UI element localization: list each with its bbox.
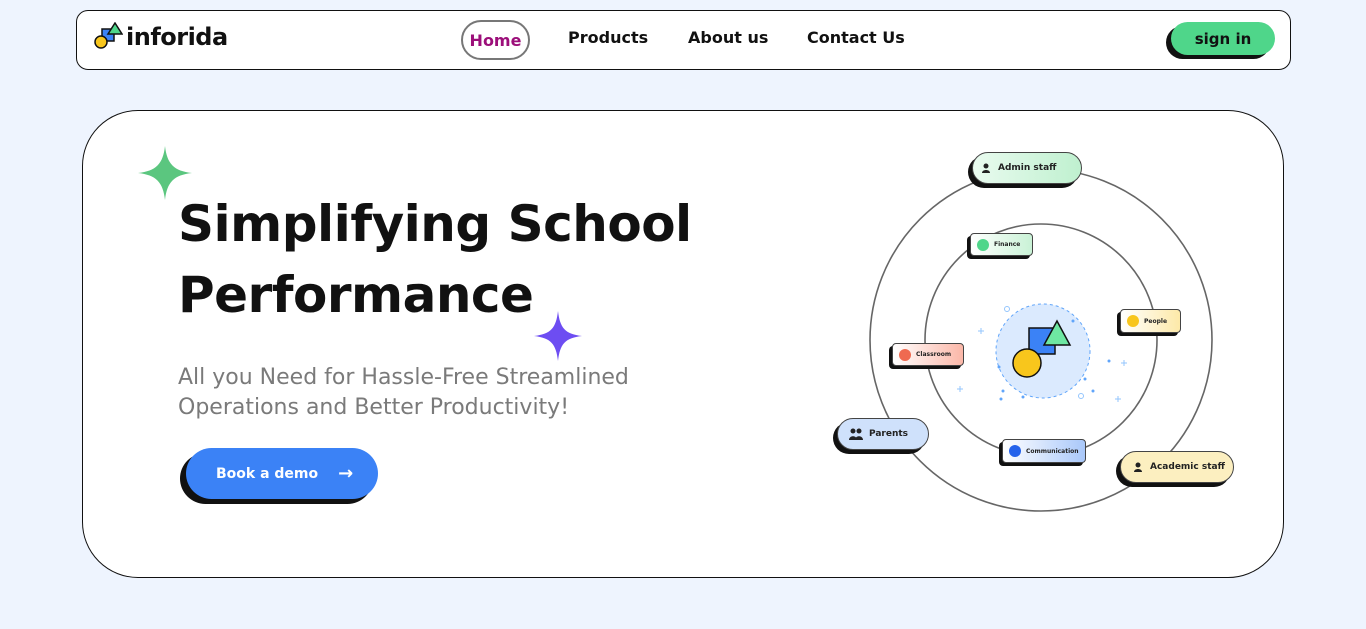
logo-icon bbox=[94, 22, 123, 49]
module-classroom-label: Classroom bbox=[916, 351, 952, 358]
finance-icon bbox=[977, 238, 989, 251]
modules-diagram: Admin staff Finance People Classroom Par… bbox=[823, 141, 1243, 521]
module-parents[interactable]: Parents bbox=[833, 418, 929, 454]
sparkle-purple-icon bbox=[534, 311, 582, 361]
module-classroom[interactable]: Classroom bbox=[889, 343, 964, 369]
hero-subtitle: All you Need for Hassle-Free Streamlined… bbox=[178, 365, 629, 420]
teacher-icon bbox=[1133, 461, 1145, 473]
module-communication[interactable]: Communication bbox=[999, 439, 1086, 466]
sign-in-button[interactable]: sign in bbox=[1171, 22, 1275, 55]
nav-contact-us[interactable]: Contact Us bbox=[807, 28, 905, 47]
navbar: inforida Home Products About us Contact … bbox=[76, 10, 1291, 70]
module-academic-staff[interactable]: Academic staff bbox=[1116, 451, 1234, 487]
parents-icon bbox=[848, 427, 864, 441]
user-icon bbox=[981, 162, 993, 174]
module-academic-staff-label: Academic staff bbox=[1150, 462, 1225, 472]
nav-home[interactable]: Home bbox=[461, 20, 530, 60]
module-admin-staff[interactable]: Admin staff bbox=[968, 152, 1082, 188]
arrow-right-icon: → bbox=[338, 463, 354, 484]
module-communication-label: Communication bbox=[1026, 447, 1079, 455]
people-icon bbox=[1127, 315, 1139, 327]
logo[interactable]: inforida bbox=[93, 22, 228, 52]
module-finance-label: Finance bbox=[994, 241, 1021, 248]
book-demo-button[interactable]: Book a demo → bbox=[186, 448, 378, 499]
module-people-label: People bbox=[1144, 317, 1168, 325]
module-admin-staff-label: Admin staff bbox=[998, 163, 1057, 173]
hero-title: Simplifying School Performance bbox=[178, 189, 738, 331]
hero-title-line1: Simplifying School bbox=[178, 195, 692, 253]
module-parents-label: Parents bbox=[869, 429, 909, 439]
nav-about-us[interactable]: About us bbox=[688, 28, 768, 47]
hero-card: Simplifying School Performance All you N… bbox=[82, 110, 1284, 578]
book-demo-label: Book a demo bbox=[216, 465, 319, 482]
hero-title-line2: Performance bbox=[178, 266, 534, 324]
classroom-icon bbox=[899, 348, 911, 361]
communication-icon bbox=[1009, 445, 1021, 457]
brand-name: inforida bbox=[126, 23, 228, 51]
module-finance[interactable]: Finance bbox=[967, 233, 1033, 259]
nav-products[interactable]: Products bbox=[568, 28, 648, 47]
module-people[interactable]: People bbox=[1117, 309, 1181, 336]
